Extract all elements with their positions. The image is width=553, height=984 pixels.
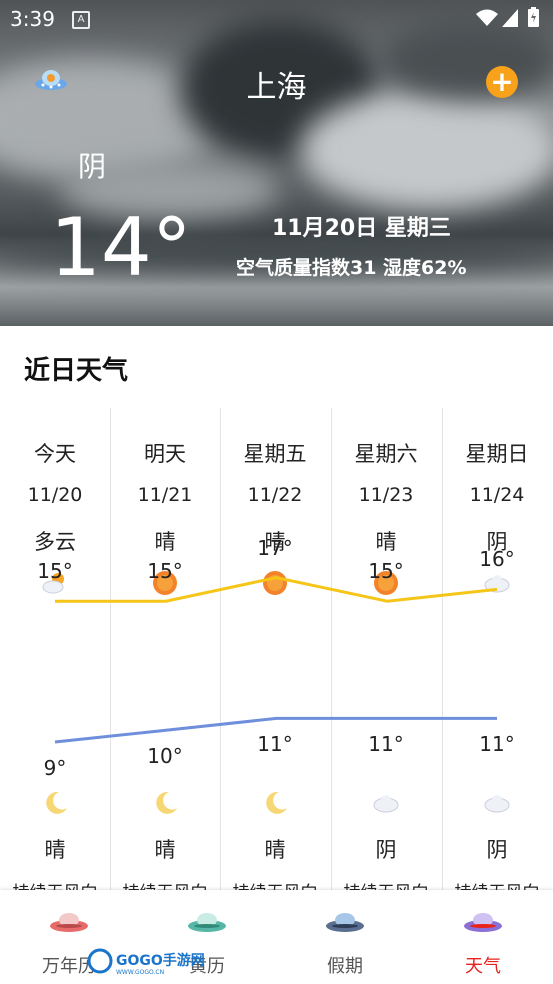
- current-temperature: 14°: [50, 201, 192, 294]
- ufo-icon: [188, 913, 226, 932]
- tab-label: 天气: [465, 956, 501, 977]
- watermark-text: GOGO手游网: [116, 952, 205, 969]
- air-quality-humidity: 空气质量指数31 湿度62%: [236, 257, 467, 279]
- tab-label: 假期: [327, 956, 363, 977]
- low-temperature-line: [54, 716, 497, 744]
- status-bar: 3:39 A: [0, 0, 553, 38]
- temperature-trend-chart: [54, 576, 498, 744]
- ufo-icon: [50, 913, 88, 932]
- add-city-button[interactable]: +: [486, 66, 518, 98]
- section-title: 近日天气: [24, 356, 129, 386]
- status-time: 3:39: [10, 7, 55, 31]
- ufo-icon: [326, 913, 364, 932]
- high-temperature-line: [55, 576, 498, 603]
- ufo-icon: [464, 913, 502, 932]
- city-name[interactable]: 上海: [0, 62, 553, 106]
- signal-icon: [502, 9, 518, 27]
- watermark-logo: GOGO手游网 WWW.GOGO.CN: [87, 948, 205, 976]
- tab-holidays[interactable]: 假期: [276, 890, 414, 984]
- current-date: 11月20日 星期三: [272, 216, 451, 241]
- notification-icon: A: [72, 11, 90, 29]
- watermark-subtext: WWW.GOGO.CN: [116, 969, 164, 976]
- wifi-icon: [476, 9, 498, 26]
- battery-icon: [528, 7, 539, 27]
- current-condition: 阴: [78, 150, 107, 183]
- tab-weather[interactable]: 天气: [414, 890, 552, 984]
- bottom-tab-bar: 万年历 黄历 假期 天气: [0, 890, 553, 984]
